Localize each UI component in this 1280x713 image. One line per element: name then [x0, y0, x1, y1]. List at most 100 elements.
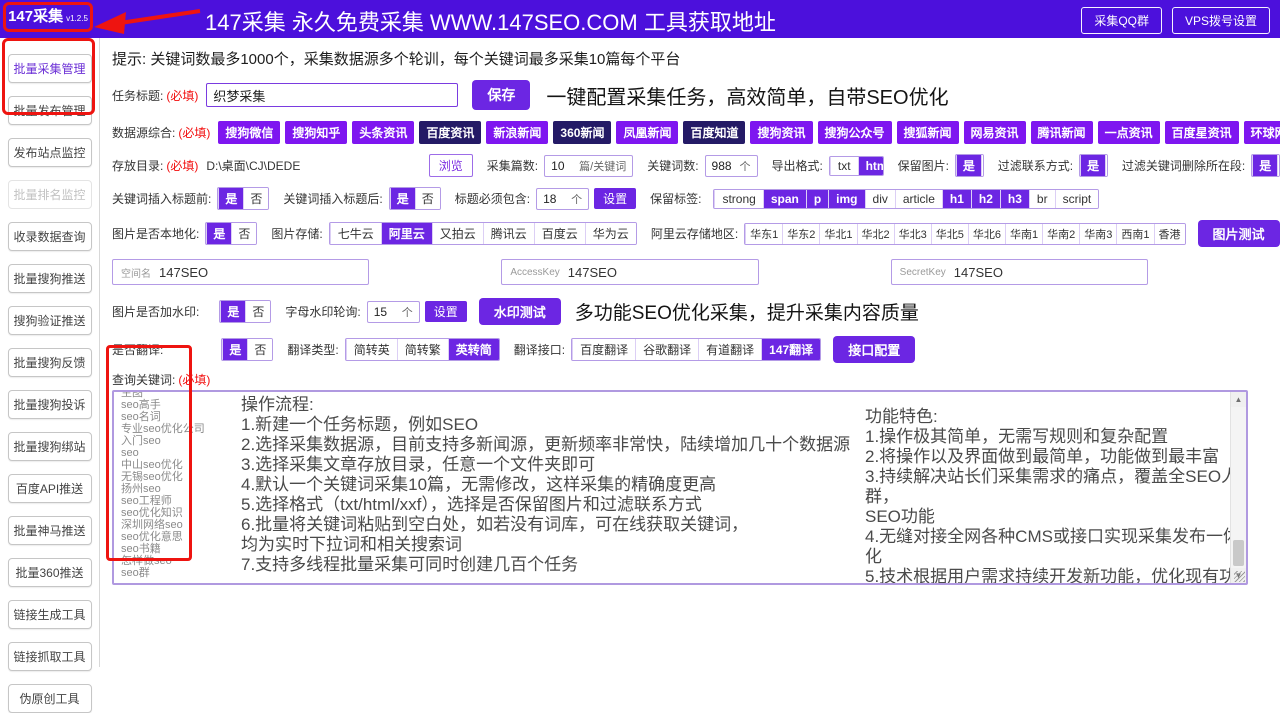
sidebar-item[interactable]: 批量搜狗反馈: [8, 348, 92, 377]
translate-api-option[interactable]: 谷歌翻译: [635, 339, 698, 360]
translate-api-option[interactable]: 百度翻译: [572, 339, 635, 360]
keep-tag-option[interactable]: article: [895, 190, 942, 208]
sidebar-item[interactable]: 批量搜狗投诉: [8, 390, 92, 419]
translate-api-option[interactable]: 有道翻译: [698, 339, 761, 360]
data-source-tag[interactable]: 搜狗知乎: [285, 121, 347, 144]
export-format-option[interactable]: html: [858, 157, 884, 175]
credential-input[interactable]: SecretKey 147SEO: [891, 259, 1148, 285]
title-must-contain-input[interactable]: 18 个: [536, 188, 589, 210]
data-source-tag[interactable]: 环球网: [1244, 121, 1280, 144]
keep-tag-option[interactable]: script: [1055, 190, 1099, 208]
image-storage-provider[interactable]: 腾讯云: [483, 223, 534, 244]
image-storage-provider[interactable]: 阿里云: [381, 223, 432, 244]
storage-region-option[interactable]: 华北6: [968, 224, 1005, 244]
sidebar-item[interactable]: 批量搜狗绑站: [8, 432, 92, 461]
data-source-tag[interactable]: 头条资讯: [352, 121, 414, 144]
data-source-tag[interactable]: 搜狗公众号: [818, 121, 892, 144]
sidebar-item[interactable]: 收录数据查询: [8, 222, 92, 251]
credential-input[interactable]: AccessKey 147SEO: [501, 259, 758, 285]
translate-option[interactable]: 是: [222, 339, 247, 360]
storage-region-option[interactable]: 华南3: [1079, 224, 1116, 244]
data-source-tag[interactable]: 一点资讯: [1098, 121, 1160, 144]
storage-region-option[interactable]: 华北2: [857, 224, 894, 244]
data-source-tag[interactable]: 凤凰新闻: [616, 121, 678, 144]
storage-region-option[interactable]: 西南1: [1116, 224, 1153, 244]
storage-region-option[interactable]: 华东1: [745, 224, 782, 244]
filter-keyword-option[interactable]: 是: [1252, 155, 1277, 176]
vps-dial-settings-button[interactable]: VPS拨号设置: [1172, 7, 1270, 34]
image-storage-provider[interactable]: 百度云: [534, 223, 585, 244]
sidebar-item[interactable]: 批量发布管理: [8, 96, 92, 125]
data-source-tag[interactable]: 搜狗资讯: [750, 121, 812, 144]
keep-image-option[interactable]: 否: [981, 155, 984, 176]
insert-after-option[interactable]: 否: [415, 188, 440, 209]
scrollbar-track[interactable]: ▲ ▼: [1230, 392, 1246, 583]
keep-tag-option[interactable]: div: [865, 190, 895, 208]
save-button[interactable]: 保存: [472, 80, 530, 110]
translate-type-option[interactable]: 简转英: [346, 339, 397, 360]
scroll-up-icon[interactable]: ▲: [1231, 392, 1246, 407]
qq-group-button[interactable]: 采集QQ群: [1081, 7, 1162, 34]
storage-region-option[interactable]: 华北3: [894, 224, 931, 244]
storage-region-option[interactable]: 华东2: [782, 224, 819, 244]
storage-region-option[interactable]: 华北5: [931, 224, 968, 244]
export-format-option[interactable]: txt: [830, 157, 858, 175]
sidebar-item[interactable]: 批量神马推送: [8, 516, 92, 545]
keep-tag-option[interactable]: h1: [942, 190, 971, 208]
image-storage-provider[interactable]: 又拍云: [432, 223, 483, 244]
data-source-tag[interactable]: 新浪新闻: [486, 121, 548, 144]
credential-input[interactable]: 空间名 147SEO: [112, 259, 369, 285]
data-source-tag[interactable]: 百度星资讯: [1165, 121, 1239, 144]
sidebar-item[interactable]: 百度API推送: [8, 474, 92, 503]
keep-tag-option[interactable]: h2: [971, 190, 1000, 208]
title-set-button[interactable]: 设置: [594, 188, 636, 209]
image-localize-option[interactable]: 是: [206, 223, 231, 244]
sidebar-item[interactable]: 批量排名监控: [8, 180, 92, 209]
data-source-tag[interactable]: 360新闻: [553, 121, 611, 144]
keep-image-option[interactable]: 是: [956, 155, 981, 176]
keep-tag-option[interactable]: p: [806, 190, 828, 208]
task-title-input[interactable]: [206, 83, 458, 107]
keep-tag-option[interactable]: br: [1029, 190, 1055, 208]
watermark-size-input[interactable]: 15 个: [367, 301, 420, 323]
watermark-option[interactable]: 否: [245, 301, 270, 322]
translate-api-option[interactable]: 147翻译: [761, 339, 820, 360]
data-source-tag[interactable]: 网易资讯: [964, 121, 1026, 144]
image-storage-provider[interactable]: 华为云: [585, 223, 636, 244]
storage-region-option[interactable]: 香港: [1154, 224, 1185, 244]
keep-tag-option[interactable]: span: [763, 190, 806, 208]
insert-before-option[interactable]: 否: [243, 188, 268, 209]
resize-grip-icon[interactable]: [1234, 571, 1245, 582]
storage-region-option[interactable]: 华南2: [1042, 224, 1079, 244]
watermark-test-button[interactable]: 水印测试: [479, 298, 561, 325]
data-source-tag[interactable]: 腾讯新闻: [1031, 121, 1093, 144]
data-source-tag[interactable]: 百度资讯: [419, 121, 481, 144]
scrollbar-thumb[interactable]: [1233, 540, 1244, 566]
storage-region-option[interactable]: 华北1: [819, 224, 856, 244]
image-localize-option[interactable]: 否: [231, 223, 256, 244]
data-source-tag[interactable]: 百度知道: [683, 121, 745, 144]
sidebar-item[interactable]: 批量采集管理: [8, 54, 92, 83]
sidebar-item[interactable]: 批量搜狗推送: [8, 264, 92, 293]
filter-contact-option[interactable]: 否: [1105, 155, 1108, 176]
sidebar-item[interactable]: 链接生成工具: [8, 600, 92, 629]
image-storage-provider[interactable]: 七牛云: [330, 223, 381, 244]
translate-type-option[interactable]: 简转繁: [397, 339, 448, 360]
watermark-option[interactable]: 是: [220, 301, 245, 322]
pages-count-input[interactable]: 10 篇/关键词: [544, 155, 633, 177]
watermark-set-button[interactable]: 设置: [425, 301, 467, 322]
sidebar-item[interactable]: 伪原创工具: [8, 684, 92, 713]
keyword-count-input[interactable]: 988 个: [705, 155, 758, 177]
keep-tag-option[interactable]: strong: [714, 190, 762, 208]
browse-button[interactable]: 浏览: [429, 154, 473, 177]
sidebar-item[interactable]: 发布站点监控: [8, 138, 92, 167]
insert-after-option[interactable]: 是: [390, 188, 415, 209]
api-config-button[interactable]: 接口配置: [833, 336, 915, 363]
data-source-tag[interactable]: 搜狗微信: [218, 121, 280, 144]
translate-type-option[interactable]: 英转简: [448, 339, 499, 360]
sidebar-item[interactable]: 搜狗验证推送: [8, 306, 92, 335]
insert-before-option[interactable]: 是: [218, 188, 243, 209]
keywords-textarea[interactable]: 主图seo高手seo名词专业seo优化公司入门seoseo中山seo优化无锡se…: [112, 390, 1248, 585]
translate-option[interactable]: 否: [247, 339, 272, 360]
data-source-tag[interactable]: 搜狐新闻: [897, 121, 959, 144]
